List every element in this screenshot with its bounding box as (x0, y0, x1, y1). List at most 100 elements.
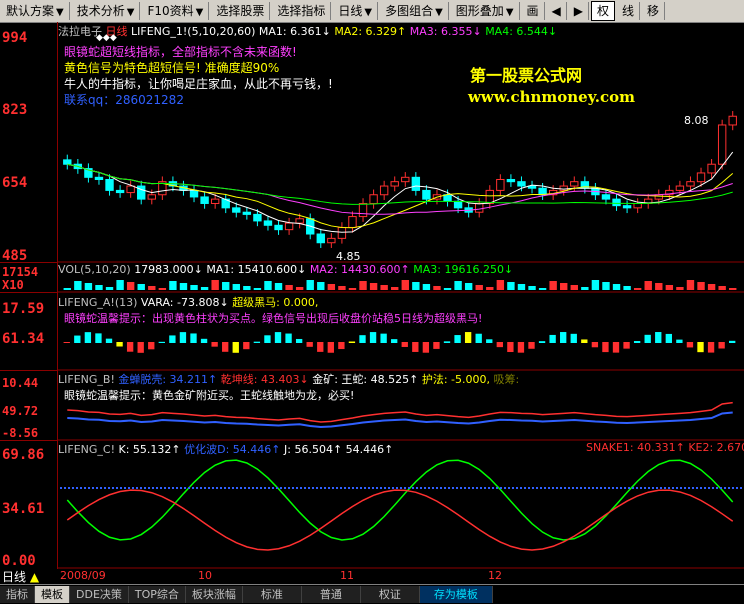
ind-a-vara: VARA: -73.808↓ (140, 296, 229, 309)
candle-body (453, 200, 463, 209)
ma5-line (67, 151, 734, 233)
ind-a-bar (538, 341, 546, 343)
ind-a-bar (327, 342, 334, 353)
candle-body (390, 181, 399, 187)
candle-body (411, 176, 421, 191)
ind-a-bar (676, 339, 683, 343)
tab-dde[interactable]: DDE决策 (70, 586, 129, 603)
volume-title-row: VOL(5,10,20) 17983.000↓ MA1: 15410.600↓ … (58, 263, 513, 276)
volume-bar (253, 288, 262, 290)
ma4-value: MA4: 6.544↓ (485, 25, 558, 38)
tab-normal[interactable]: 普通 (301, 586, 361, 603)
date-label: 11 (340, 569, 354, 582)
candle-body (105, 178, 114, 191)
volume-bar (295, 287, 304, 290)
volume-bar (317, 282, 325, 290)
ind-a-bar (380, 333, 387, 343)
volume-bar (570, 285, 578, 290)
ind-a-bar (338, 342, 345, 350)
tab-template[interactable]: 模板 (35, 586, 70, 603)
volume-bar (359, 281, 367, 290)
indicator-name[interactable]: LIFENG_1!(5,10,20,60) (131, 25, 255, 38)
promo-line-4: 联系qq：286021282 (64, 93, 184, 107)
volume-bar (84, 283, 93, 290)
volume-bar (348, 288, 357, 290)
candle-body (115, 189, 125, 194)
volume-bar (126, 282, 135, 290)
ma3-value: MA3: 6.355↓ (409, 25, 482, 38)
volume-bar (581, 287, 589, 290)
candle-body (242, 211, 252, 215)
tab-top[interactable]: TOP综合 (128, 586, 186, 603)
ind-c-tick-label: 69.86 (2, 447, 45, 463)
candle-body (517, 181, 526, 187)
ind-b-tick-label: -8.56 (2, 426, 39, 440)
ind-a-bar (729, 340, 736, 343)
volume-bar (644, 281, 652, 290)
candle-body (570, 181, 579, 187)
ind-a-bar (433, 342, 440, 349)
volume-bar (464, 283, 473, 290)
diamond-markers: ◆◆◆ (96, 33, 117, 43)
volume-bar (380, 285, 388, 290)
volume-bar (306, 280, 314, 290)
ind-b-v1: 金蝉脱壳: 34.211↑ (118, 373, 218, 386)
volume-ma2: MA2: 14430.600↑ (309, 263, 410, 276)
ind-a-title[interactable]: LIFENG_A!(13) (58, 296, 137, 309)
ind-a-tick-label: 61.34 (2, 331, 45, 347)
ind-a-bar (169, 335, 176, 343)
ind-a-super: 超级黑马: 0.000, (232, 296, 319, 309)
volume-bar (686, 280, 695, 290)
volume-tick-label: 17154 (2, 265, 39, 279)
tab-warrant[interactable]: 权证 (360, 586, 420, 603)
volume-bar (285, 285, 293, 290)
save-template-button[interactable]: 存为模板 (419, 586, 493, 603)
volume-bar (422, 284, 431, 290)
ind-a-bar (422, 342, 430, 353)
ind-c-j: J: 56.504↑ (284, 443, 343, 456)
candle-body (728, 115, 737, 126)
ind-a-bar (137, 342, 144, 353)
volume-bar (74, 281, 82, 290)
ind-c-title[interactable]: LIFENG_C! (58, 443, 115, 456)
volume-bar (327, 284, 336, 290)
ind-a-bar (707, 342, 715, 353)
tab-sector[interactable]: 板块涨幅 (185, 586, 243, 603)
ma20-line (67, 163, 733, 215)
candle-body (284, 222, 294, 231)
volume-bar (401, 280, 409, 290)
volume-bar (665, 285, 674, 290)
ind-a-bar (454, 335, 461, 343)
ind-a-hint: 眼镜蛇温馨提示：出现黄色柱状为买点。绿色信号出现后收盘价站稳5日线为超级黑马! (64, 312, 483, 325)
timeline-period-label: 日线 (2, 570, 27, 584)
ind-a-bar (211, 342, 218, 347)
volume-bar (63, 288, 71, 290)
ind-a-bar (581, 339, 588, 343)
site-name: 第一股票公式网 (470, 66, 583, 85)
volume-bar (454, 281, 462, 290)
promo-line-3: 牛人的牛指标，让你喝足庄家血，从此不再亏钱，! (64, 77, 333, 91)
volume-bar (148, 286, 156, 290)
promo-line-2: 黄色信号为特色超短信号! 准确度超90% (64, 61, 280, 75)
volume-title[interactable]: VOL(5,10,20) (58, 263, 131, 276)
ind-c-k: K: 55.132↑ (118, 443, 181, 456)
ind-b-title[interactable]: LIFENG_B! (58, 373, 115, 386)
tab-standard[interactable]: 标准 (242, 586, 302, 603)
candle-body (654, 194, 663, 200)
ind-a-bar (74, 335, 81, 343)
ind-a-bar (148, 342, 155, 350)
timeline-marker-icon[interactable]: ▲ (30, 570, 39, 584)
ind-c-tick-label: 0.00 (2, 553, 36, 569)
ma2-value: MA2: 6.329↑ (334, 25, 407, 38)
ind-b-y-axis: 10.44 49.72 -8.56 (0, 370, 58, 441)
ind-a-bar (401, 342, 408, 347)
tab-indicator[interactable]: 指标 (0, 586, 35, 603)
candle-body (295, 218, 304, 224)
ind-a-bar (665, 333, 672, 343)
date-label: 10 (198, 569, 212, 582)
volume-bar (496, 280, 505, 290)
candle-body (316, 233, 325, 244)
ind-c-k-line (66, 459, 734, 541)
volume-bar (105, 287, 114, 290)
ind-a-bar (517, 342, 525, 353)
